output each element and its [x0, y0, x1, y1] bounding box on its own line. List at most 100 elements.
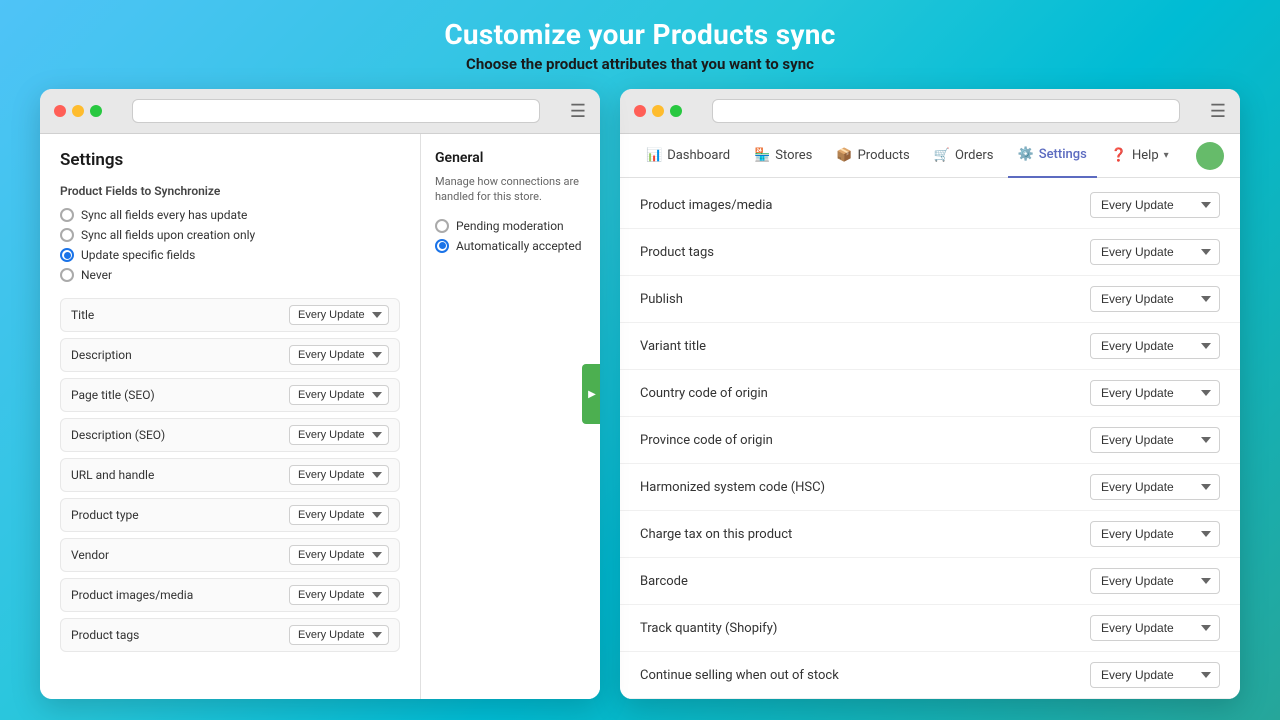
right-menu-icon[interactable]: ☰: [1210, 101, 1226, 122]
field-label: Product images/media: [640, 198, 772, 213]
menu-icon[interactable]: ☰: [570, 101, 586, 122]
nav-products[interactable]: 📦 Products: [826, 134, 919, 178]
field-label: Province code of origin: [640, 433, 773, 448]
minimize-button[interactable]: [72, 105, 84, 117]
field-select[interactable]: Every UpdateCreation OnlyNever: [289, 385, 389, 405]
field-label: Product type: [71, 508, 139, 522]
save-button[interactable]: ▶: [582, 364, 600, 424]
right-titlebar: ☰: [620, 89, 1240, 134]
radio-never[interactable]: Never: [60, 268, 400, 282]
radio-circle-4: [60, 268, 74, 282]
left-field-rows: TitleEvery UpdateCreation OnlyNeverDescr…: [60, 298, 400, 652]
left-window-content: Settings Product Fields to Synchronize S…: [40, 134, 600, 699]
field-select[interactable]: Every UpdateCreation OnlyNever: [289, 425, 389, 445]
radio-circle-3: [60, 248, 74, 262]
field-select[interactable]: Every UpdateCreation OnlyNever: [1090, 427, 1220, 453]
field-label: Vendor: [71, 548, 109, 562]
field-select[interactable]: Every UpdateCreation OnlyNever: [1090, 286, 1220, 312]
table-row: Description Every UpdateCreation OnlyNeve…: [60, 338, 400, 372]
general-radio-group: Pending moderation Automatically accepte…: [435, 219, 586, 253]
field-label: Title: [71, 308, 94, 322]
page-title: Customize your Products sync: [444, 18, 835, 51]
table-row: Vendor Every UpdateCreation OnlyNever: [60, 538, 400, 572]
orders-icon: 🛒: [934, 148, 950, 163]
radio-sync-creation[interactable]: Sync all fields upon creation only: [60, 228, 400, 242]
right-window-content: Product images/media Every UpdateCreation…: [620, 178, 1240, 699]
nav-dashboard[interactable]: 📊 Dashboard: [636, 134, 740, 178]
sync-radio-group: Sync all fields every has update Sync al…: [60, 208, 400, 282]
general-panel: General Manage how connections are handl…: [420, 134, 600, 699]
radio-update-specific[interactable]: Update specific fields: [60, 248, 400, 262]
right-close-button[interactable]: [634, 105, 646, 117]
help-icon: ❓: [1111, 148, 1127, 163]
radio-circle-2: [60, 228, 74, 242]
right-minimize-button[interactable]: [652, 105, 664, 117]
nav-help[interactable]: ❓ Help ▾: [1101, 134, 1179, 178]
nav-settings[interactable]: ⚙️ Settings: [1008, 134, 1097, 178]
field-select[interactable]: Every UpdateCreation OnlyNever: [289, 305, 389, 325]
radio-auto-accepted[interactable]: Automatically accepted: [435, 239, 586, 253]
field-select[interactable]: Every UpdateCreation OnlyNever: [1090, 239, 1220, 265]
field-select[interactable]: Every UpdateCreation OnlyNever: [1090, 192, 1220, 218]
right-maximize-button[interactable]: [670, 105, 682, 117]
radio-pending-circle: [435, 219, 449, 233]
page-header: Customize your Products sync Choose the …: [444, 18, 835, 73]
table-row: Title Every UpdateCreation OnlyNever: [60, 298, 400, 332]
field-label: Product tags: [640, 245, 714, 260]
field-label: Charge tax on this product: [640, 527, 792, 542]
left-window-controls: [54, 105, 102, 117]
field-label: Track quantity (Shopify): [640, 621, 777, 636]
table-row: Product type Every UpdateCreation OnlyNev…: [60, 498, 400, 532]
right-window: ☰ 📊 Dashboard 🏪 Stores 📦 Products 🛒 Orde…: [620, 89, 1240, 699]
radio-sync-all-update[interactable]: Sync all fields every has update: [60, 208, 400, 222]
field-label: Publish: [640, 292, 683, 307]
table-row: Variant title Every UpdateCreation OnlyNe…: [620, 323, 1240, 370]
table-row: Product tags Every UpdateCreation OnlyNev…: [60, 618, 400, 652]
field-select[interactable]: Every UpdateCreation OnlyNever: [289, 585, 389, 605]
field-label: URL and handle: [71, 468, 154, 482]
settings-icon: ⚙️: [1018, 147, 1034, 162]
dashboard-icon: 📊: [646, 148, 662, 163]
stores-icon: 🏪: [754, 148, 770, 163]
field-label: Variant title: [640, 339, 706, 354]
field-label: Description: [71, 348, 132, 362]
radio-circle-1: [60, 208, 74, 222]
close-button[interactable]: [54, 105, 66, 117]
field-select[interactable]: Every UpdateCreation OnlyNever: [1090, 521, 1220, 547]
general-description: Manage how connections are handled for t…: [435, 174, 586, 205]
nav-orders[interactable]: 🛒 Orders: [924, 134, 1004, 178]
field-label: Barcode: [640, 574, 688, 589]
table-row: Page title (SEO) Every UpdateCreation Onl…: [60, 378, 400, 412]
user-avatar[interactable]: [1196, 142, 1224, 170]
field-label: Continue selling when out of stock: [640, 668, 839, 683]
field-select[interactable]: Every UpdateCreation OnlyNever: [1090, 615, 1220, 641]
field-select[interactable]: Every UpdateCreation OnlyNever: [289, 625, 389, 645]
right-field-list: Product images/media Every UpdateCreation…: [620, 178, 1240, 699]
field-select[interactable]: Every UpdateCreation OnlyNever: [1090, 474, 1220, 500]
field-select[interactable]: Every UpdateCreation OnlyNever: [1090, 568, 1220, 594]
field-label: Product tags: [71, 628, 139, 642]
settings-title: Settings: [60, 150, 400, 170]
field-select[interactable]: Every UpdateCreation OnlyNever: [289, 465, 389, 485]
maximize-button[interactable]: [90, 105, 102, 117]
radio-pending[interactable]: Pending moderation: [435, 219, 586, 233]
table-row: URL and handle Every UpdateCreation OnlyN…: [60, 458, 400, 492]
field-select[interactable]: Every UpdateCreation OnlyNever: [289, 505, 389, 525]
field-select[interactable]: Every UpdateCreation OnlyNever: [1090, 662, 1220, 688]
table-row: Product tags Every UpdateCreation OnlyNev…: [620, 229, 1240, 276]
field-label: Description (SEO): [71, 428, 165, 442]
field-select[interactable]: Every UpdateCreation OnlyNever: [289, 545, 389, 565]
field-label: Page title (SEO): [71, 388, 155, 402]
field-select[interactable]: Every UpdateCreation OnlyNever: [1090, 333, 1220, 359]
table-row: Product images/mediaEvery UpdateCreation…: [60, 578, 400, 612]
settings-panel: Settings Product Fields to Synchronize S…: [40, 134, 420, 699]
right-window-controls: [634, 105, 682, 117]
field-select[interactable]: Every UpdateCreation OnlyNever: [1090, 380, 1220, 406]
table-row: Track quantity (Shopify) Every UpdateCrea…: [620, 605, 1240, 652]
field-select[interactable]: Every UpdateCreation OnlyNever: [289, 345, 389, 365]
address-bar[interactable]: [132, 99, 540, 123]
right-address-bar[interactable]: [712, 99, 1180, 123]
table-row: Publish Every UpdateCreation OnlyNever: [620, 276, 1240, 323]
table-row: Country code of originEvery UpdateCreati…: [620, 370, 1240, 417]
nav-stores[interactable]: 🏪 Stores: [744, 134, 822, 178]
